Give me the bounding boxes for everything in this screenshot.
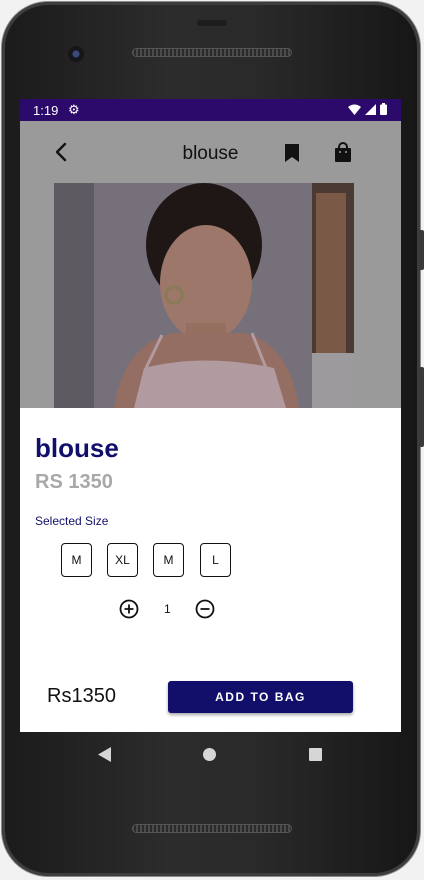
front-camera	[68, 46, 84, 62]
product-price: RS 1350	[35, 471, 113, 493]
product-photo-illustration	[54, 183, 354, 408]
status-bar: 1:19 ⚙	[20, 99, 401, 121]
gear-icon: ⚙	[68, 102, 80, 117]
total-price: Rs1350	[47, 685, 116, 707]
selected-size-label: Selected Size	[35, 514, 109, 528]
product-name: blouse	[35, 433, 119, 463]
quantity-value: 1	[164, 602, 171, 616]
status-icons	[348, 103, 387, 115]
nav-home-icon[interactable]	[203, 748, 216, 761]
shopping-bag-icon[interactable]	[334, 142, 352, 163]
bottom-speaker	[132, 824, 292, 833]
battery-icon	[380, 103, 387, 115]
volume-button	[419, 367, 424, 447]
android-nav-bar	[20, 732, 401, 777]
nav-recents-icon[interactable]	[309, 748, 322, 761]
power-button	[419, 230, 424, 270]
add-to-bag-button[interactable]: ADD TO BAG	[168, 681, 353, 713]
size-option-xl[interactable]: XL	[107, 543, 138, 577]
increase-quantity-icon[interactable]	[119, 599, 139, 619]
signal-icon	[365, 103, 376, 115]
app-bar: blouse	[20, 121, 401, 183]
nav-back-icon[interactable]	[98, 747, 111, 762]
decrease-quantity-icon[interactable]	[195, 599, 215, 619]
wifi-icon	[348, 104, 361, 115]
product-bottom-sheet: blouse RS 1350 Selected Size M XL M L 1 …	[20, 408, 401, 732]
size-option-m-2[interactable]: M	[153, 543, 184, 577]
product-header-area: blouse	[20, 121, 401, 408]
status-time: 1:19	[33, 103, 59, 118]
earpiece	[197, 20, 227, 26]
size-option-l[interactable]: L	[200, 543, 231, 577]
top-speaker	[132, 48, 292, 57]
bookmark-icon[interactable]	[284, 143, 300, 163]
size-option-m[interactable]: M	[61, 543, 92, 577]
product-image	[54, 183, 354, 408]
app-screen: 1:19 ⚙ blouse blouse RS 1350 Selected Si…	[20, 99, 401, 732]
